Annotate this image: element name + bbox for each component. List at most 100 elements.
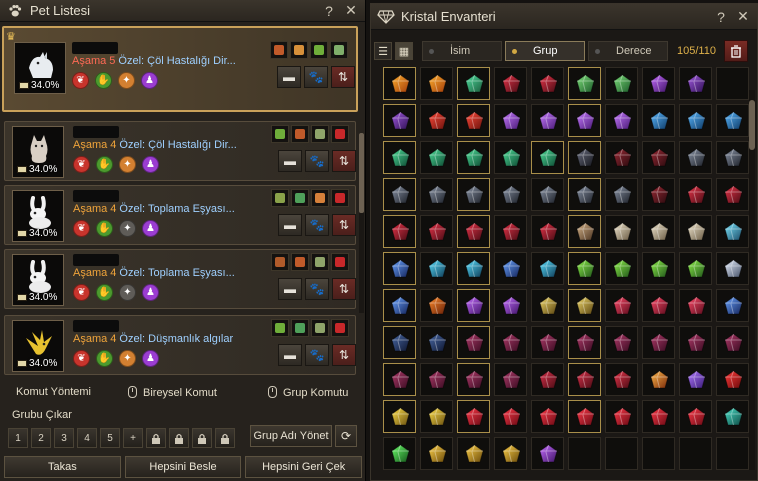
paw-icon[interactable]: 🐾 — [305, 278, 329, 300]
crystal-slot[interactable] — [568, 215, 601, 248]
crystal-slot[interactable] — [420, 141, 453, 174]
crystal-slot[interactable] — [642, 252, 675, 285]
equipment-slot[interactable] — [331, 125, 349, 143]
equipment-slot[interactable] — [331, 319, 349, 337]
equipment-slot[interactable] — [291, 319, 309, 337]
crystal-slot[interactable] — [568, 289, 601, 322]
lock-icon[interactable] — [146, 428, 166, 448]
crystal-slot[interactable] — [642, 178, 675, 211]
crystal-slot[interactable] — [679, 326, 712, 359]
group-command-option[interactable]: Grup Komutu — [268, 385, 348, 399]
crystal-slot[interactable] — [679, 363, 712, 396]
crystal-slot[interactable] — [716, 178, 749, 211]
recall-icon[interactable]: ⇅ — [332, 214, 356, 236]
crystal-slot[interactable] — [716, 289, 749, 322]
equipment-slot[interactable] — [311, 319, 329, 337]
crystal-slot[interactable] — [568, 67, 601, 100]
close-button[interactable]: ✕ — [343, 2, 359, 19]
empty-slot[interactable] — [642, 437, 675, 470]
skill-orange-icon[interactable]: ✦ — [119, 156, 136, 173]
crystal-slot[interactable] — [679, 289, 712, 322]
crystal-slot[interactable] — [605, 289, 638, 322]
pet-card[interactable]: 34.0% Aşama 4 Özel: Düşmanlık algılar ❦ ✋ ✦ ♟… — [4, 315, 356, 375]
pet-card[interactable]: 34.0% Aşama 4 Özel: Toplama Eşyası... ❦ ✋ ✦ ♟… — [4, 249, 356, 309]
skill-purple-icon[interactable]: ♟ — [142, 284, 159, 301]
equipment-slot[interactable] — [310, 41, 328, 59]
crystal-slot[interactable] — [457, 289, 490, 322]
skill-red-icon[interactable]: ❦ — [73, 350, 90, 367]
crystal-slot[interactable] — [679, 252, 712, 285]
crystal-slot[interactable] — [494, 178, 527, 211]
equipment-slot[interactable] — [271, 189, 289, 207]
pet-bed-icon[interactable]: ▬ — [277, 66, 301, 88]
empty-slot[interactable] — [716, 437, 749, 470]
pet-card[interactable]: 34.0% Aşama 4 Özel: Toplama Eşyası... ❦ ✋ ✦ ♟… — [4, 185, 356, 245]
skill-red-icon[interactable]: ❦ — [73, 156, 90, 173]
crystal-slot[interactable] — [383, 104, 416, 137]
crystal-slot[interactable] — [679, 104, 712, 137]
crystal-slot[interactable] — [531, 363, 564, 396]
lock-icon[interactable] — [169, 428, 189, 448]
crystal-slot[interactable] — [716, 141, 749, 174]
crystal-slot[interactable] — [457, 215, 490, 248]
crystal-slot[interactable] — [494, 104, 527, 137]
close-button[interactable]: ✕ — [735, 8, 751, 25]
crystal-slot[interactable] — [568, 363, 601, 396]
sort-by-grade-button[interactable]: Derece — [588, 41, 668, 61]
paw-icon[interactable]: 🐾 — [305, 344, 329, 366]
scroll-thumb[interactable] — [749, 100, 755, 150]
skill-orange-icon[interactable]: ✦ — [118, 72, 135, 89]
crystal-slot[interactable] — [457, 141, 490, 174]
crystal-slot[interactable] — [531, 437, 564, 470]
crystal-slot[interactable] — [642, 400, 675, 433]
crystal-slot[interactable] — [531, 252, 564, 285]
equipment-slot[interactable] — [271, 125, 289, 143]
crystal-slot[interactable] — [716, 400, 749, 433]
crystal-slot[interactable] — [716, 363, 749, 396]
crystal-slot[interactable] — [420, 178, 453, 211]
equipment-slot[interactable] — [291, 253, 309, 271]
crystal-slot[interactable] — [716, 104, 749, 137]
crystal-slot[interactable] — [568, 400, 601, 433]
list-view-icon[interactable]: ☰ — [374, 42, 392, 60]
crystal-slot[interactable] — [531, 67, 564, 100]
crystal-slot[interactable] — [494, 437, 527, 470]
empty-slot[interactable] — [568, 437, 601, 470]
crystal-slot[interactable] — [605, 178, 638, 211]
crystal-slot[interactable] — [605, 67, 638, 100]
skill-red-icon[interactable]: ❦ — [73, 284, 90, 301]
group-3-button[interactable]: 3 — [54, 428, 74, 448]
equipment-slot[interactable] — [270, 41, 288, 59]
skill-gray-icon[interactable]: ✦ — [119, 284, 136, 301]
crystal-slot[interactable] — [679, 215, 712, 248]
crystal-slot[interactable] — [679, 178, 712, 211]
crystal-slot[interactable] — [568, 178, 601, 211]
crystal-slot[interactable] — [605, 326, 638, 359]
crystal-slot[interactable] — [642, 326, 675, 359]
empty-slot[interactable] — [716, 67, 749, 100]
sort-by-name-button[interactable]: İsim — [422, 41, 502, 61]
crystal-slot[interactable] — [457, 437, 490, 470]
pet-bed-icon[interactable]: ▬ — [278, 214, 302, 236]
exchange-button[interactable]: Takas — [4, 456, 121, 478]
skill-green-icon[interactable]: ✋ — [95, 72, 112, 89]
group-4-button[interactable]: 4 — [77, 428, 97, 448]
crystal-slot[interactable] — [642, 67, 675, 100]
crystal-window-titlebar[interactable]: Kristal Envanteri ? ✕ — [371, 4, 757, 30]
equipment-slot[interactable] — [331, 253, 349, 271]
add-group-button[interactable]: + — [123, 428, 143, 448]
skill-green-icon[interactable]: ✋ — [96, 220, 113, 237]
skill-red-icon[interactable]: ❦ — [72, 72, 89, 89]
crystal-slot[interactable] — [716, 326, 749, 359]
crystal-slot[interactable] — [457, 252, 490, 285]
equipment-slot[interactable] — [291, 125, 309, 143]
crystal-slot[interactable] — [420, 437, 453, 470]
crystal-slot[interactable] — [383, 289, 416, 322]
scroll-thumb[interactable] — [359, 133, 364, 213]
trash-icon[interactable] — [724, 40, 748, 62]
recall-icon[interactable]: ⇅ — [332, 344, 356, 366]
crystal-scrollbar[interactable] — [749, 90, 755, 470]
crystal-slot[interactable] — [494, 363, 527, 396]
crystal-slot[interactable] — [531, 215, 564, 248]
paw-icon[interactable]: 🐾 — [305, 150, 329, 172]
